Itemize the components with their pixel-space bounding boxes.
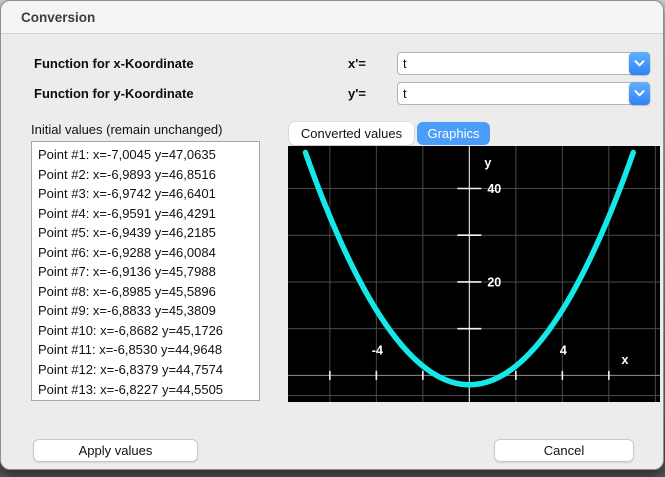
- x-function-combobox: [397, 52, 650, 75]
- list-item[interactable]: Point #11: x=-6,8530 y=44,9648: [38, 340, 259, 360]
- cancel-button[interactable]: Cancel: [494, 439, 634, 462]
- list-item[interactable]: Point #5: x=-6,9439 y=46,2185: [38, 223, 259, 243]
- chevron-down-icon: [634, 60, 645, 67]
- tab-converted-values[interactable]: Converted values: [289, 122, 414, 145]
- list-item[interactable]: Point #9: x=-6,8833 y=45,3809: [38, 301, 259, 321]
- list-item[interactable]: Point #7: x=-6,9136 y=45,7988: [38, 262, 259, 282]
- window-title: Conversion: [21, 10, 95, 25]
- x-function-dropdown-button[interactable]: [629, 52, 650, 75]
- list-item[interactable]: Point #2: x=-6,9893 y=46,8516: [38, 165, 259, 185]
- function-plot: -4 4 20 40 y x: [288, 146, 660, 402]
- y-axis-label: y: [484, 156, 491, 170]
- x-prime-symbol: x'=: [348, 57, 366, 70]
- apply-values-button[interactable]: Apply values: [33, 439, 198, 462]
- list-item[interactable]: Point #12: x=-6,8379 y=44,7574: [38, 360, 259, 380]
- list-item[interactable]: Point #1: x=-7,0045 y=47,0635: [38, 145, 259, 165]
- x-tick-label: 4: [560, 343, 567, 357]
- y-function-combobox: [397, 82, 650, 105]
- title-bar: Conversion: [1, 1, 663, 34]
- tab-graphics[interactable]: Graphics: [417, 122, 490, 145]
- list-item[interactable]: Point #10: x=-6,8682 y=45,1726: [38, 321, 259, 341]
- list-item[interactable]: Point #8: x=-6,8985 y=45,5896: [38, 282, 259, 302]
- graphics-panel: -4 4 20 40 y x: [288, 146, 660, 402]
- chevron-down-icon: [634, 90, 645, 97]
- list-item[interactable]: Point #13: x=-6,8227 y=44,5505: [38, 380, 259, 400]
- x-tick-label: -4: [372, 343, 383, 357]
- x-axis-label: x: [622, 353, 629, 367]
- x-function-label: Function for x-Koordinate: [34, 57, 194, 70]
- y-prime-symbol: y'=: [348, 87, 366, 100]
- conversion-dialog: Conversion Function for x-Koordinate x'=…: [0, 0, 664, 470]
- list-item[interactable]: Point #3: x=-6,9742 y=46,6401: [38, 184, 259, 204]
- y-tick-label: 20: [487, 275, 501, 289]
- y-function-label: Function for y-Koordinate: [34, 87, 194, 100]
- x-function-input[interactable]: [397, 52, 650, 75]
- list-item[interactable]: Point #6: x=-6,9288 y=46,0084: [38, 243, 259, 263]
- initial-values-listbox[interactable]: Point #1: x=-7,0045 y=47,0635Point #2: x…: [31, 141, 260, 401]
- y-function-input[interactable]: [397, 82, 650, 105]
- y-tick-label: 40: [487, 182, 501, 196]
- initial-values-label: Initial values (remain unchanged): [31, 123, 223, 136]
- list-item[interactable]: Point #4: x=-6,9591 y=46,4291: [38, 204, 259, 224]
- y-function-dropdown-button[interactable]: [629, 82, 650, 105]
